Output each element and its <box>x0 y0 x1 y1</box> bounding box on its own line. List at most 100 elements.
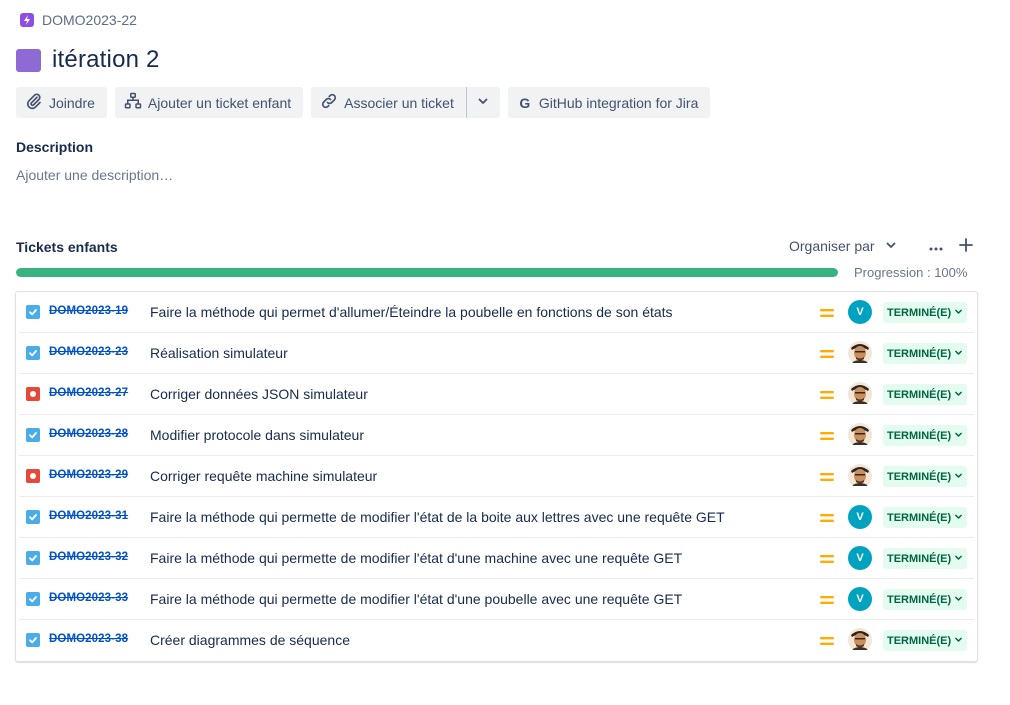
priority-medium-icon <box>819 388 835 402</box>
issue-summary[interactable]: Réalisation simulateur <box>150 345 288 361</box>
assignee-avatar[interactable] <box>848 341 872 365</box>
breadcrumb: DOMO2023-22 <box>20 12 137 28</box>
priority-medium-icon <box>819 593 835 607</box>
priority-medium-icon <box>819 429 835 443</box>
issue-key-link[interactable]: DOMO2023-32 <box>49 551 128 563</box>
progress-label: Progression : 100% <box>854 265 968 280</box>
description-heading: Description <box>16 139 94 155</box>
status-label: TERMINÉ(E) <box>887 470 952 483</box>
issue-summary[interactable]: Créer diagrammes de séquence <box>150 632 350 648</box>
issue-key-link[interactable]: DOMO2023-31 <box>49 510 128 522</box>
link-issue-button[interactable]: Associer un ticket <box>311 87 466 118</box>
chevron-down-icon <box>885 238 897 254</box>
task-checkbox-icon <box>26 551 40 565</box>
task-checkbox-icon <box>26 428 40 442</box>
chevron-down-icon <box>954 389 963 401</box>
issue-summary[interactable]: Faire la méthode qui permette de modifie… <box>150 509 725 525</box>
table-row[interactable]: DOMO2023-23 Réalisation simulateur TERMINÉ… <box>19 333 974 374</box>
status-label: TERMINÉ(E) <box>887 593 952 606</box>
assignee-avatar[interactable]: V <box>848 546 872 570</box>
child-issues-heading: Tickets enfants <box>16 239 118 255</box>
status-badge[interactable]: TERMINÉ(E) <box>883 466 968 487</box>
issue-summary[interactable]: Faire la méthode qui permette de modifie… <box>150 550 682 566</box>
parent-issue-link[interactable]: DOMO2023-22 <box>42 12 137 28</box>
status-badge[interactable]: TERMINÉ(E) <box>883 589 968 610</box>
task-checkbox-icon <box>26 633 40 647</box>
status-label: TERMINÉ(E) <box>887 552 952 565</box>
table-row[interactable]: DOMO2023-29 Corriger requête machine simu… <box>19 456 974 497</box>
issue-header: itération 2 <box>16 46 160 74</box>
priority-medium-icon <box>819 634 835 648</box>
status-badge[interactable]: TERMINÉ(E) <box>883 425 968 446</box>
status-badge[interactable]: TERMINÉ(E) <box>883 548 968 569</box>
organize-by-dropdown[interactable]: Organiser par <box>789 238 897 254</box>
page-title[interactable]: itération 2 <box>52 46 160 74</box>
issue-key-link[interactable]: DOMO2023-38 <box>49 633 128 645</box>
issue-key-link[interactable]: DOMO2023-19 <box>49 305 128 317</box>
issue-summary[interactable]: Faire la méthode qui permette de modifie… <box>150 591 682 607</box>
link-issue-dropdown[interactable] <box>467 87 500 118</box>
assignee-avatar[interactable]: V <box>848 300 872 324</box>
table-row[interactable]: DOMO2023-31 Faire la méthode qui permette… <box>19 497 974 538</box>
status-label: TERMINÉ(E) <box>887 634 952 647</box>
chevron-down-icon <box>477 94 489 112</box>
status-badge[interactable]: TERMINÉ(E) <box>883 343 968 364</box>
status-label: TERMINÉ(E) <box>887 511 952 524</box>
add-child-button[interactable]: Ajouter un ticket enfant <box>114 87 304 118</box>
status-badge[interactable]: TERMINÉ(E) <box>883 630 968 651</box>
person-photo-icon <box>848 341 872 365</box>
description-field[interactable]: Ajouter une description… <box>16 167 173 183</box>
table-row[interactable]: DOMO2023-19 Faire la méthode qui permet d… <box>19 292 974 333</box>
status-badge[interactable]: TERMINÉ(E) <box>883 384 968 405</box>
chevron-down-icon <box>954 430 963 442</box>
chevron-down-icon <box>954 635 963 647</box>
issue-key-link[interactable]: DOMO2023-27 <box>49 387 128 399</box>
assignee-avatar[interactable] <box>848 628 872 652</box>
table-row[interactable]: DOMO2023-28 Modifier protocole dans simul… <box>19 415 974 456</box>
table-row[interactable]: DOMO2023-32 Faire la méthode qui permette… <box>19 538 974 579</box>
task-checkbox-icon <box>26 592 40 606</box>
person-photo-icon <box>848 382 872 406</box>
issue-summary[interactable]: Modifier protocole dans simulateur <box>150 427 364 443</box>
task-checkbox-icon <box>26 346 40 360</box>
status-badge[interactable]: TERMINÉ(E) <box>883 302 968 323</box>
assignee-avatar[interactable]: V <box>848 505 872 529</box>
table-row[interactable]: DOMO2023-33 Faire la méthode qui permette… <box>19 579 974 620</box>
status-label: TERMINÉ(E) <box>887 429 952 442</box>
status-badge[interactable]: TERMINÉ(E) <box>883 507 968 528</box>
link-issue-label: Associer un ticket <box>344 94 454 111</box>
assignee-avatar[interactable] <box>848 382 872 406</box>
issue-key-link[interactable]: DOMO2023-23 <box>49 346 128 358</box>
progress-bar-fill <box>16 268 838 277</box>
task-checkbox-icon <box>26 305 40 319</box>
github-integration-label: GitHub integration for Jira <box>538 94 699 111</box>
organize-by-label: Organiser par <box>789 238 875 254</box>
chevron-down-icon <box>954 553 963 565</box>
add-child-issue-button[interactable] <box>957 237 975 256</box>
issue-key-link[interactable]: DOMO2023-33 <box>49 592 128 604</box>
attach-label: Joindre <box>49 94 95 111</box>
issue-summary[interactable]: Corriger requête machine simulateur <box>150 468 377 484</box>
status-label: TERMINÉ(E) <box>887 388 952 401</box>
issue-summary[interactable]: Corriger données JSON simulateur <box>150 386 368 402</box>
assignee-avatar[interactable] <box>848 464 872 488</box>
table-row[interactable]: DOMO2023-38 Créer diagrammes de séquence T… <box>19 620 974 661</box>
link-issue-split: Associer un ticket <box>311 87 500 118</box>
priority-medium-icon <box>819 511 835 525</box>
avatar-initial: V <box>856 593 864 605</box>
person-photo-icon <box>848 423 872 447</box>
chevron-down-icon <box>954 348 963 360</box>
person-photo-icon <box>848 628 872 652</box>
assignee-avatar[interactable] <box>848 423 872 447</box>
bug-type-icon <box>26 387 40 401</box>
issue-key-link[interactable]: DOMO2023-28 <box>49 428 128 440</box>
table-row[interactable]: DOMO2023-27 Corriger données JSON simulat… <box>19 374 974 415</box>
status-label: TERMINÉ(E) <box>887 347 952 360</box>
assignee-avatar[interactable]: V <box>848 587 872 611</box>
issue-summary[interactable]: Faire la méthode qui permet d'allumer/Ét… <box>150 304 673 320</box>
attach-button[interactable]: Joindre <box>16 87 107 118</box>
more-actions-button[interactable] <box>927 238 945 256</box>
chevron-down-icon <box>954 471 963 483</box>
github-integration-button[interactable]: G GitHub integration for Jira <box>507 87 711 118</box>
issue-key-link[interactable]: DOMO2023-29 <box>49 469 128 481</box>
